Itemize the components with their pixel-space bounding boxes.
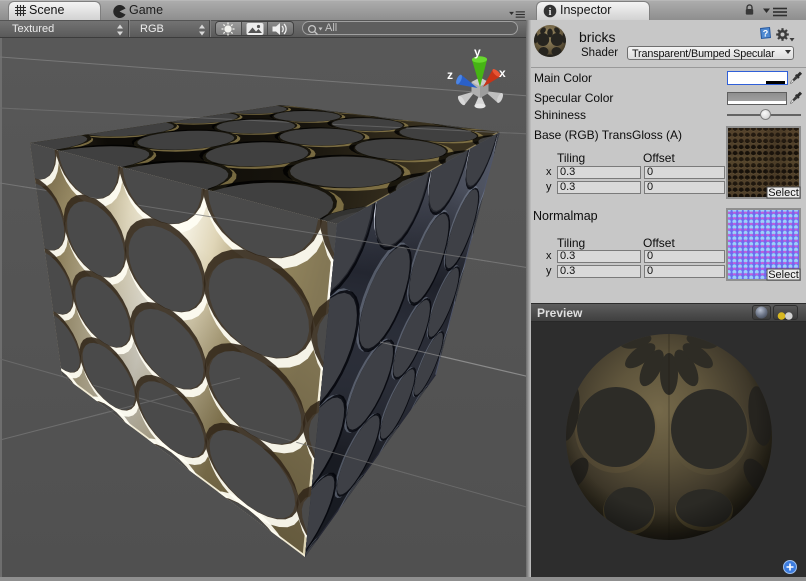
svg-text:Select: Select	[768, 187, 799, 199]
svg-text:i: i	[549, 7, 552, 18]
svg-text:Select: Select	[768, 269, 799, 281]
svg-text:z: z	[447, 68, 453, 82]
svg-text:x: x	[499, 66, 506, 80]
svg-text:?: ?	[763, 29, 769, 39]
svg-text:y: y	[474, 45, 481, 59]
